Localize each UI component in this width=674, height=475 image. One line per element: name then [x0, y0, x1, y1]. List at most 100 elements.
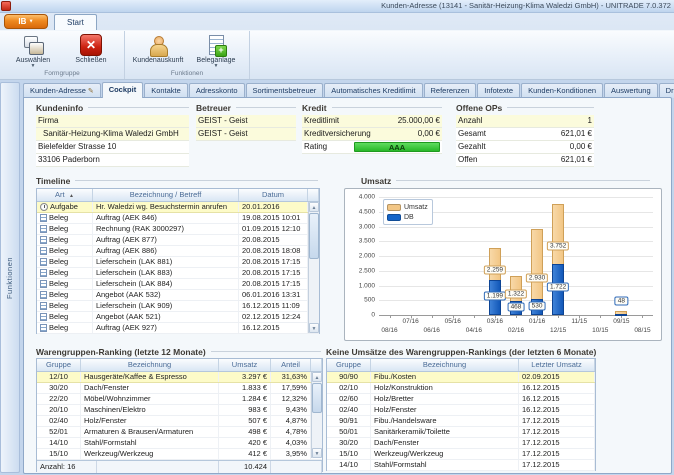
umsatz-chart: 05001.0002.5002.0003.5003.0004.5004.0000… — [344, 188, 662, 341]
timeline-text-cell: Lieferschein (LAK 884) — [93, 279, 239, 289]
timeline-row[interactable]: BelegAngebot (AAK 521)02.12.2015 12:24 — [37, 312, 319, 323]
section-header-umsatz: Umsatz — [361, 175, 650, 186]
column-header-bezeichnung[interactable]: Bezeichnung — [371, 359, 519, 371]
scroll-down-icon[interactable]: ▼ — [309, 323, 319, 333]
app-menu-button[interactable]: IB ▼ — [4, 14, 48, 29]
ribbon-tab-start[interactable]: Start — [54, 14, 97, 30]
timeline-row[interactable]: BelegAuftrag (AEK 886)20.08.2015 18:08 — [37, 246, 319, 257]
ranking-row[interactable]: 14/10Stahl/Formstahl420 €4,03% — [37, 438, 322, 449]
timeline-art-cell: Beleg — [37, 323, 93, 333]
ribbon-group-label: Funktionen — [129, 69, 245, 79]
app-window-icon — [1, 1, 11, 11]
timeline-text-cell: Hr. Waledzi wg. Besuchstermin anrufen — [93, 202, 239, 212]
ribbon-button-kundenauskunft[interactable]: Kundenauskunft — [129, 33, 187, 65]
tab-referenzen[interactable]: Referenzen — [424, 83, 477, 98]
timeline-row[interactable]: BelegLieferschein (LAK 884)20.08.2015 17… — [37, 279, 319, 290]
chart-bar-label-db: 468 — [508, 303, 525, 312]
timeline-row[interactable]: BelegAuftrag (AEK 877)20.08.2015 — [37, 235, 319, 246]
no-sales-row[interactable]: 30/20Dach/Fenster17.12.2015 — [327, 438, 595, 449]
no-sales-row[interactable]: 14/10Stahl/Formstahl17.12.2015 — [327, 460, 595, 471]
tab-kontakte[interactable]: Kontakte — [144, 83, 188, 98]
ranking-row[interactable]: 02/40Holz/Fenster507 €4,87% — [37, 416, 322, 427]
ranking-scrollbar[interactable]: ▲ ▼ — [311, 372, 322, 458]
no-sales-bezeichnung: Werkzeug/Werkzeug — [371, 449, 519, 459]
column-header-gruppe[interactable]: Gruppe — [327, 359, 371, 371]
legend-swatch — [387, 204, 401, 211]
scrollbar-thumb[interactable] — [309, 213, 319, 259]
tab-kunden-adresse[interactable]: Kunden-Adresse ✎ — [23, 83, 101, 98]
chart-bar-label-db: 1.199 — [484, 291, 506, 300]
column-header-bezeichnung[interactable]: Bezeichnung — [81, 359, 219, 371]
ribbon-button-schlieen[interactable]: ✕Schließen — [62, 33, 120, 65]
tab-automatisches-kreditlimit[interactable]: Automatisches Kreditlimit — [324, 83, 422, 98]
ranking-count: Anzahl: 16 — [37, 461, 97, 473]
titlebar: Kunden-Adresse (13141 - Sanitär-Heizung-… — [0, 0, 674, 13]
timeline-row[interactable]: BelegLieferschein (LAK 909)16.12.2015 11… — [37, 301, 319, 312]
ranking-umsatz: 983 € — [219, 405, 271, 415]
no-sales-table-header: GruppeBezeichnungLetzter Umsatz — [327, 359, 595, 372]
ranking-row[interactable]: 22/20Möbel/Wohnzimmer1.284 €12,32% — [37, 394, 322, 405]
ranking-row[interactable]: 12/10Hausgeräte/Kaffee & Espresso3.297 €… — [37, 372, 322, 383]
scroll-up-icon[interactable]: ▲ — [312, 372, 322, 382]
chart-x-tick — [558, 315, 559, 318]
timeline-scrollbar[interactable]: ▲ ▼ — [308, 202, 319, 333]
ranking-bezeichnung: Möbel/Wohnzimmer — [81, 394, 219, 404]
kredit-row: Kreditversicherung0,00 € — [302, 128, 442, 141]
ranking-table-header: GruppeBezeichnungUmsatzAnteil — [37, 359, 322, 372]
column-header-anteil[interactable]: Anteil — [271, 359, 311, 371]
chart-x-tick-label: 01/16 — [529, 318, 545, 325]
timeline-row[interactable]: BelegAuftrag (AEK 927)16.12.2015 — [37, 323, 319, 334]
column-header-art[interactable]: Art ▲ — [37, 189, 93, 201]
offene-ops-value: 621,01 € — [561, 154, 592, 166]
offene-ops-row: Gezahlt0,00 € — [456, 141, 594, 154]
no-sales-row[interactable]: 02/10Holz/Konstruktion16.12.2015 — [327, 383, 595, 394]
betreuer-block: GEIST - GeistGEIST - Geist — [196, 115, 296, 141]
no-sales-row[interactable]: 50/01Sanitärkeramik/Toilette17.12.2015 — [327, 427, 595, 438]
ranking-anteil: 9,43% — [271, 405, 311, 415]
timeline-datum-cell: 16.12.2015 11:09 — [239, 301, 308, 311]
scrollbar-thumb[interactable] — [312, 383, 322, 413]
tab-kunden-konditionen[interactable]: Kunden-Konditionen — [521, 83, 603, 98]
scroll-down-icon[interactable]: ▼ — [312, 448, 322, 458]
document-icon — [40, 214, 47, 222]
chart-y-tick-label: 3.500 — [347, 238, 375, 245]
scroll-up-icon[interactable]: ▲ — [309, 202, 319, 212]
timeline-text-cell: Auftrag (AEK 886) — [93, 246, 239, 256]
timeline-row[interactable]: BelegLieferschein (LAK 881)20.08.2015 17… — [37, 257, 319, 268]
ranking-row[interactable]: 30/20Dach/Fenster1.833 €17,59% — [37, 383, 322, 394]
collapsed-side-panel-funktionen[interactable]: Funktionen — [0, 82, 20, 473]
timeline-row[interactable]: BelegRechnung (RAK 3000297)01.09.2015 12… — [37, 224, 319, 235]
timeline-row[interactable]: BelegAuftrag (AEK 846)19.08.2015 10:01 — [37, 213, 319, 224]
timeline-row[interactable]: AufgabeHr. Waledzi wg. Besuchstermin anr… — [37, 202, 319, 213]
chart-y-tick-label: 2.000 — [347, 253, 375, 260]
tab-drucktexte[interactable]: Drucktexte — [659, 83, 674, 98]
no-sales-datum: 02.09.2015 — [519, 372, 595, 382]
ranking-row[interactable]: 20/10Maschinen/Elektro983 €9,43% — [37, 405, 322, 416]
ranking-row[interactable]: 15/10Werkzeug/Werkzeug412 €3,95% — [37, 449, 322, 460]
column-header-umsatz[interactable]: Umsatz — [219, 359, 271, 371]
no-sales-row[interactable]: 90/90Fibu./Kosten02.09.2015 — [327, 372, 595, 383]
tab-auswertung[interactable]: Auswertung — [604, 83, 658, 98]
no-sales-datum: 16.12.2015 — [519, 394, 595, 404]
ribbon-button-beleganlage[interactable]: Beleganlage▼ — [187, 33, 245, 69]
tab-infotexte[interactable]: Infotexte — [477, 83, 520, 98]
tab-adresskonto[interactable]: Adresskonto — [189, 83, 245, 98]
timeline-row[interactable]: BelegAngebot (AAK 532)06.01.2016 13:31 — [37, 290, 319, 301]
tab-cockpit[interactable]: Cockpit — [102, 82, 144, 98]
tab-sortimentsbetreuer[interactable]: Sortimentsbetreuer — [246, 83, 324, 98]
no-sales-row[interactable]: 02/60Holz/Bretter16.12.2015 — [327, 394, 595, 405]
no-sales-row[interactable]: 02/40Holz/Fenster16.12.2015 — [327, 405, 595, 416]
column-header-datum[interactable]: Datum — [239, 189, 308, 201]
column-header-letzter-umsatz[interactable]: Letzter Umsatz — [519, 359, 595, 371]
no-sales-row[interactable]: 90/91Fibu./Handelsware17.12.2015 — [327, 416, 595, 427]
ranking-row[interactable]: 52/01Armaturen & Brausen/Armaturen498 €4… — [37, 427, 322, 438]
timeline-datum-cell: 20.08.2015 17:15 — [239, 257, 308, 267]
document-icon — [40, 280, 47, 288]
column-header-bezeichnung[interactable]: Bezeichnung / Betreff — [93, 189, 239, 201]
no-sales-row[interactable]: 15/10Werkzeug/Werkzeug17.12.2015 — [327, 449, 595, 460]
timeline-text-cell: Rechnung (RAK 3000297) — [93, 224, 239, 234]
column-header-gruppe[interactable]: Gruppe — [37, 359, 81, 371]
timeline-row[interactable]: BelegLieferschein (LAK 883)20.08.2015 17… — [37, 268, 319, 279]
chart-bar-label-umsatz: 2.930 — [526, 274, 548, 283]
ribbon-button-auswhlen[interactable]: Auswählen▼ — [4, 33, 62, 69]
